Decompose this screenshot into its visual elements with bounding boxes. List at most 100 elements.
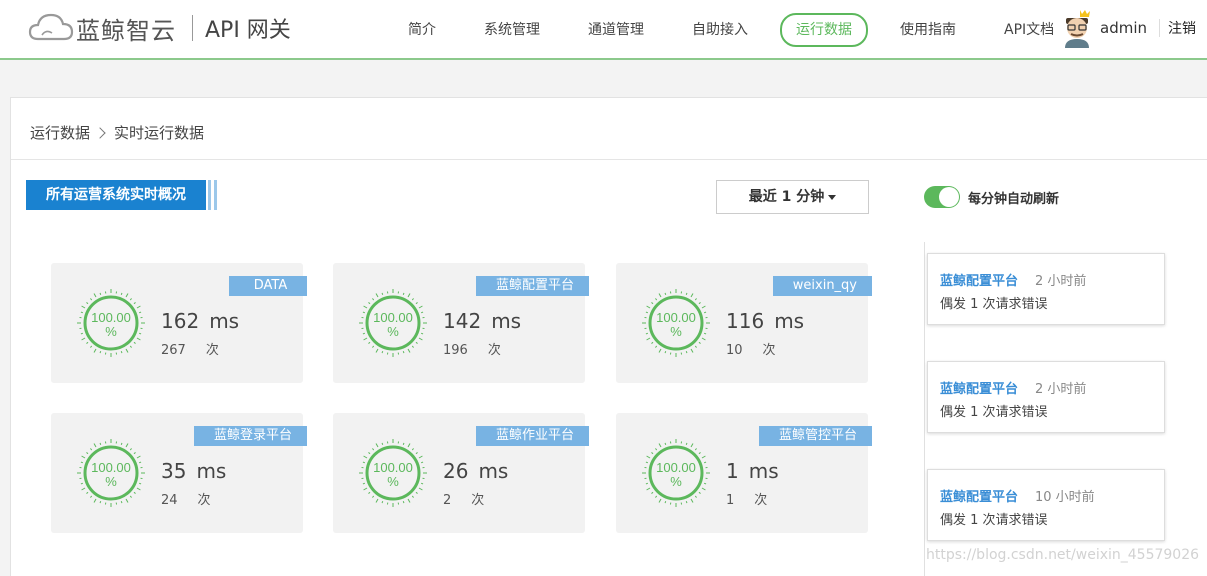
auto-refresh-toggle[interactable] bbox=[924, 186, 960, 208]
success-rate-value: 100.00 bbox=[373, 310, 413, 325]
nav-item-channel-management[interactable]: 通道管理 bbox=[572, 13, 660, 47]
nav-item-api-docs[interactable]: API文档 bbox=[988, 13, 1070, 47]
success-rate-gauge: 100.00% bbox=[642, 439, 710, 507]
main-nav: 简介 系统管理 通道管理 自助接入 运行数据 使用指南 API文档 bbox=[392, 13, 1086, 47]
count-unit: 次 bbox=[754, 493, 767, 508]
user-area: admin 注销 bbox=[1060, 6, 1196, 50]
alert-card[interactable]: 蓝鲸配置平台 2 小时前偶发 1 次请求错误 bbox=[927, 253, 1165, 325]
logo[interactable]: 蓝鲸智云 API 网关 bbox=[28, 8, 291, 48]
chevron-right-icon bbox=[94, 127, 105, 138]
nav-item-user-guide[interactable]: 使用指南 bbox=[884, 13, 972, 47]
request-count: 10 次 bbox=[726, 339, 776, 358]
success-rate-value: 100.00 bbox=[656, 310, 696, 325]
system-name-tag: 蓝鲸作业平台 bbox=[476, 426, 589, 446]
latency-value: 162 bbox=[161, 309, 199, 333]
system-card[interactable]: 蓝鲸管控平台100.00%1ms1次 bbox=[616, 413, 868, 533]
latency-value: 35 bbox=[161, 459, 186, 483]
latency-unit: ms bbox=[196, 459, 226, 483]
user-divider bbox=[1159, 19, 1160, 37]
system-card[interactable]: 蓝鲸作业平台100.00%26ms2次 bbox=[333, 413, 585, 533]
system-card[interactable]: DATA100.00%162ms267次 bbox=[51, 263, 303, 383]
success-rate-percent: % bbox=[105, 474, 117, 489]
alert-card[interactable]: 蓝鲸配置平台 10 小时前偶发 1 次请求错误 bbox=[927, 469, 1165, 541]
breadcrumb-current: 实时运行数据 bbox=[114, 122, 204, 143]
time-range-dropdown[interactable]: 最近 1 分钟 bbox=[716, 180, 869, 214]
avg-latency: 35 ms bbox=[161, 459, 226, 483]
tab-all-systems-overview[interactable]: 所有运营系统实时概况 bbox=[26, 180, 206, 210]
brand-name: 蓝鲸智云 bbox=[76, 11, 176, 46]
alert-message: 偶发 1 次请求错误 bbox=[940, 509, 1048, 528]
avg-latency: 162ms bbox=[161, 309, 239, 333]
system-name-tag: 蓝鲸配置平台 bbox=[476, 276, 589, 296]
request-count: 267次 bbox=[161, 339, 219, 358]
product-name: API 网关 bbox=[205, 12, 291, 44]
alert-system-link[interactable]: 蓝鲸配置平台 bbox=[940, 486, 1018, 505]
success-rate-percent: % bbox=[387, 474, 399, 489]
count-unit: 次 bbox=[471, 493, 484, 508]
watermark: https://blog.csdn.net/weixin_45579026 bbox=[926, 547, 1199, 563]
alert-system-link[interactable]: 蓝鲸配置平台 bbox=[940, 270, 1018, 289]
success-rate-gauge: 100.00% bbox=[359, 439, 427, 507]
alert-system-link[interactable]: 蓝鲸配置平台 bbox=[940, 378, 1018, 397]
latency-unit: ms bbox=[749, 459, 779, 483]
avg-latency: 142ms bbox=[443, 309, 521, 333]
nav-item-runtime-data[interactable]: 运行数据 bbox=[780, 13, 868, 47]
nav-item-intro[interactable]: 简介 bbox=[392, 13, 452, 47]
count-value: 10 bbox=[726, 343, 743, 358]
system-name-tag: 蓝鲸登录平台 bbox=[194, 426, 307, 446]
success-rate-value: 100.00 bbox=[373, 460, 413, 475]
request-count: 1次 bbox=[726, 489, 767, 508]
success-rate-value: 100.00 bbox=[91, 310, 131, 325]
username[interactable]: admin bbox=[1100, 19, 1147, 37]
alert-message: 偶发 1 次请求错误 bbox=[940, 401, 1048, 420]
count-unit: 次 bbox=[763, 343, 776, 358]
alert-card[interactable]: 蓝鲸配置平台 2 小时前偶发 1 次请求错误 bbox=[927, 361, 1165, 433]
latency-unit: ms bbox=[478, 459, 508, 483]
top-navbar: 蓝鲸智云 API 网关 简介 系统管理 通道管理 自助接入 运行数据 使用指南 … bbox=[0, 0, 1207, 60]
time-range-value: 最近 1 分钟 bbox=[749, 189, 825, 205]
logo-divider bbox=[192, 15, 193, 41]
nav-item-system-management[interactable]: 系统管理 bbox=[468, 13, 556, 47]
latency-value: 26 bbox=[443, 459, 468, 483]
system-card[interactable]: 蓝鲸配置平台100.00%142ms196次 bbox=[333, 263, 585, 383]
system-name-tag: DATA bbox=[229, 276, 307, 296]
request-count: 196次 bbox=[443, 339, 501, 358]
alert-time: 2 小时前 bbox=[1035, 270, 1086, 289]
success-rate-value: 100.00 bbox=[656, 460, 696, 475]
main-panel: 运行数据 实时运行数据 所有运营系统实时概况 最近 1 分钟 每分钟自动刷新 D… bbox=[10, 97, 1207, 576]
count-unit: 次 bbox=[488, 343, 501, 358]
auto-refresh-label: 每分钟自动刷新 bbox=[968, 188, 1059, 207]
success-rate-gauge: 100.00% bbox=[77, 439, 145, 507]
count-unit: 次 bbox=[198, 493, 211, 508]
caret-down-icon bbox=[828, 195, 836, 200]
breadcrumb-parent[interactable]: 运行数据 bbox=[30, 122, 90, 143]
logout-link[interactable]: 注销 bbox=[1168, 18, 1196, 38]
success-rate-percent: % bbox=[105, 324, 117, 339]
avg-latency: 116ms bbox=[726, 309, 804, 333]
system-card[interactable]: 蓝鲸登录平台100.00%35ms24次 bbox=[51, 413, 303, 533]
count-value: 1 bbox=[726, 493, 734, 508]
success-rate-gauge: 100.00% bbox=[77, 289, 145, 357]
count-value: 24 bbox=[161, 493, 178, 508]
request-count: 2次 bbox=[443, 489, 484, 508]
toggle-knob bbox=[939, 187, 959, 207]
latency-unit: ms bbox=[491, 309, 521, 333]
avg-latency: 1ms bbox=[726, 459, 779, 483]
count-value: 2 bbox=[443, 493, 451, 508]
alerts-divider bbox=[924, 242, 925, 576]
system-name-tag: 蓝鲸管控平台 bbox=[759, 426, 872, 446]
alert-time: 10 小时前 bbox=[1035, 486, 1095, 505]
success-rate-value: 100.00 bbox=[91, 460, 131, 475]
alert-time: 2 小时前 bbox=[1035, 378, 1086, 397]
alert-message: 偶发 1 次请求错误 bbox=[940, 293, 1048, 312]
system-card[interactable]: weixin_qy100.00%116ms10次 bbox=[616, 263, 868, 383]
success-rate-percent: % bbox=[387, 324, 399, 339]
count-value: 267 bbox=[161, 343, 186, 358]
breadcrumb: 运行数据 实时运行数据 bbox=[30, 122, 204, 143]
avg-latency: 26 ms bbox=[443, 459, 508, 483]
nav-item-self-service[interactable]: 自助接入 bbox=[676, 13, 764, 47]
avatar[interactable] bbox=[1060, 8, 1094, 48]
success-rate-gauge: 100.00% bbox=[642, 289, 710, 357]
system-name-tag: weixin_qy bbox=[773, 276, 872, 296]
success-rate-percent: % bbox=[670, 324, 682, 339]
